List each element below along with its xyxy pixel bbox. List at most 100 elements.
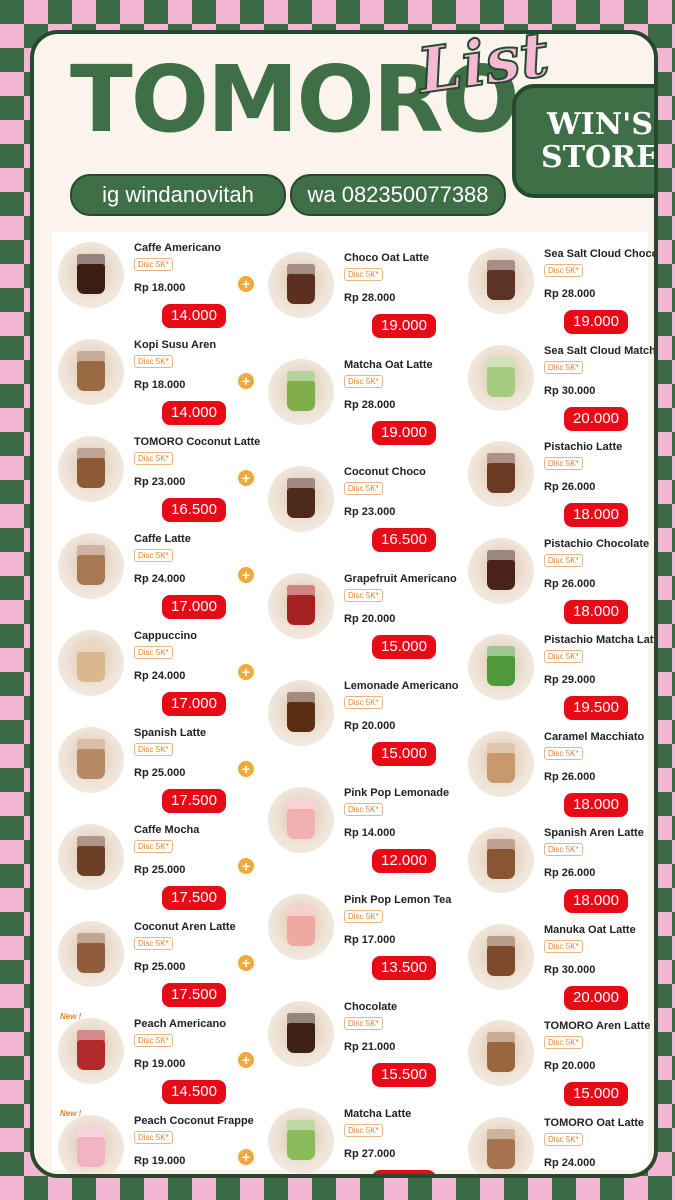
drink-cup-icon bbox=[487, 646, 515, 686]
drink-photo bbox=[58, 727, 124, 793]
drink-photo bbox=[58, 339, 124, 405]
menu-item[interactable]: Choco Oat Latte Disc 5K* Rp 28.000 19.000 bbox=[268, 246, 468, 338]
drink-name: TOMORO Aren Latte bbox=[544, 1020, 651, 1032]
whatsapp-contact[interactable]: wa 082350077388 bbox=[290, 174, 506, 216]
discount-badge: Disc 5K* bbox=[134, 355, 173, 368]
original-price: Rp 26.000 bbox=[544, 867, 596, 879]
sale-price: 14.000 bbox=[162, 401, 226, 425]
add-icon[interactable]: + bbox=[238, 1149, 254, 1165]
add-icon[interactable]: + bbox=[238, 470, 254, 486]
sale-price: 18.000 bbox=[564, 599, 628, 624]
menu-item[interactable]: Caffe Latte Disc 5K* Rp 24.000 +17.000 bbox=[58, 527, 258, 619]
sale-price: 17.500 bbox=[162, 789, 226, 813]
drink-name: TOMORO Coconut Latte bbox=[134, 436, 261, 448]
menu-item[interactable]: Spanish Latte Disc 5K* Rp 25.000 +17.500 bbox=[58, 721, 258, 813]
sale-price: 20.000 bbox=[564, 406, 628, 431]
drink-cup-icon bbox=[287, 478, 315, 518]
add-icon[interactable]: + bbox=[238, 567, 254, 583]
drink-name: Pistachio Chocolate bbox=[544, 537, 650, 550]
menu-item[interactable]: Cappuccino Disc 5K* Rp 24.000 +17.000 bbox=[58, 624, 258, 716]
original-price: Rp 28.000 bbox=[344, 292, 396, 304]
drink-cup-icon bbox=[77, 545, 105, 585]
sale-price: 14.500 bbox=[162, 1080, 226, 1104]
menu-item[interactable]: New ! Peach Americano Disc 5K* Rp 19.000 +14… bbox=[58, 1012, 258, 1104]
add-icon[interactable]: + bbox=[238, 1052, 254, 1068]
sale-price: 14.500 bbox=[162, 1177, 226, 1178]
menu-card: TOMORO List WIN'S STORE ig windanovitah … bbox=[30, 30, 658, 1178]
original-price: Rp 24.000 bbox=[134, 670, 186, 682]
menu-item[interactable]: Pistachio Chocolate Disc 5K* Rp 26.000 18.0… bbox=[468, 532, 649, 624]
drink-name: TOMORO Oat Latte bbox=[544, 1116, 645, 1129]
drink-name: Caramel Macchiato bbox=[544, 730, 645, 743]
menu-item[interactable]: Coconut Aren Latte Disc 5K* Rp 25.000 +17.5… bbox=[58, 915, 258, 1007]
instagram-contact[interactable]: ig windanovitah bbox=[70, 174, 286, 216]
drink-photo bbox=[268, 573, 334, 639]
add-icon[interactable]: + bbox=[238, 761, 254, 777]
drink-photo bbox=[268, 252, 334, 318]
menu-item[interactable]: Pistachio Matcha Latte Disc 5K* Rp 29.000 1… bbox=[468, 628, 654, 720]
menu-item[interactable]: Spanish Aren Latte Disc 5K* Rp 26.000 18.00… bbox=[468, 821, 644, 913]
menu-item[interactable]: TOMORO Aren Latte Disc 5K* Rp 20.000 15.000 bbox=[468, 1014, 650, 1106]
drink-cup-icon bbox=[77, 642, 105, 682]
drink-name: Caffe Mocha bbox=[134, 824, 200, 836]
original-price: Rp 28.000 bbox=[344, 399, 396, 411]
discount-badge: Disc 5K* bbox=[134, 646, 173, 659]
drink-cup-icon bbox=[77, 836, 105, 876]
menu-item[interactable]: Chocolate Disc 5K* Rp 21.000 15.500 bbox=[268, 995, 468, 1087]
menu-item[interactable]: Lemonade Americano Disc 5K* Rp 20.000 15.00… bbox=[268, 674, 468, 766]
discount-badge: Disc 5K* bbox=[134, 452, 173, 465]
menu-item[interactable]: Pink Pop Lemonade Disc 5K* Rp 14.000 12.000 bbox=[268, 781, 468, 873]
menu-item[interactable]: Caffe Americano Disc 5K* Rp 18.000 +14.000 bbox=[58, 236, 258, 328]
drink-photo bbox=[468, 634, 534, 700]
menu-item[interactable]: Grapefruit Americano Disc 5K* Rp 20.000 15.… bbox=[268, 567, 468, 659]
sale-price: 15.500 bbox=[372, 1063, 436, 1087]
drink-photo bbox=[468, 344, 534, 411]
menu-item[interactable]: Caramel Macchiato Disc 5K* Rp 26.000 18.000 bbox=[468, 725, 644, 817]
menu-item[interactable]: Manuka Oat Latte Disc 5K* Rp 30.000 20.000 bbox=[468, 918, 644, 1010]
sale-price: 18.000 bbox=[564, 792, 628, 817]
add-icon[interactable]: + bbox=[238, 955, 254, 971]
original-price: Rp 26.000 bbox=[544, 481, 596, 493]
discount-badge: Disc 5K* bbox=[344, 696, 383, 709]
original-price: Rp 18.000 bbox=[134, 379, 186, 391]
menu-item[interactable]: TOMORO Coconut Latte Disc 5K* Rp 23.000 +16… bbox=[58, 430, 261, 522]
menu-item[interactable]: Pink Pop Lemon Tea Disc 5K* Rp 17.000 13.50… bbox=[268, 888, 468, 980]
sale-price: 20.000 bbox=[564, 985, 628, 1010]
menu-item[interactable]: Matcha Oat Latte Disc 5K* Rp 28.000 19.000 bbox=[268, 353, 468, 445]
drink-photo bbox=[58, 436, 124, 502]
menu-item[interactable]: New ! Peach Coconut Frappe Disc 5K* Rp 19.0… bbox=[58, 1109, 258, 1178]
sale-price: 18.000 bbox=[564, 889, 628, 913]
sale-price: 13.500 bbox=[372, 956, 436, 980]
drink-photo bbox=[58, 242, 124, 308]
drink-photo bbox=[58, 1018, 124, 1084]
add-icon[interactable]: + bbox=[238, 373, 254, 389]
original-price: Rp 19.000 bbox=[134, 1155, 186, 1167]
drink-photo bbox=[58, 1115, 124, 1174]
drink-name: Pink Pop Lemon Tea bbox=[344, 894, 452, 906]
drink-cup-icon bbox=[287, 585, 315, 625]
menu-item[interactable]: Sea Salt Cloud Matcha Latte Disc 5K* Rp 30… bbox=[468, 339, 654, 431]
menu-item[interactable]: TOMORO Oat LatteDisc 5K*Rp 24.00017.000 bbox=[468, 1111, 645, 1174]
drink-photo bbox=[268, 787, 334, 853]
add-icon[interactable]: + bbox=[238, 664, 254, 680]
drink-cup-icon bbox=[487, 839, 515, 879]
drink-cup-icon bbox=[77, 351, 105, 391]
drink-photo bbox=[468, 441, 534, 507]
drink-name: Sea Salt Cloud Chocolate bbox=[544, 248, 658, 260]
discount-badge: Disc 5K* bbox=[544, 360, 583, 374]
drink-name: Coconut Choco bbox=[344, 466, 426, 478]
drink-name: Manuka Oat Latte bbox=[544, 923, 636, 936]
menu-item[interactable]: Kopi Susu Aren Disc 5K* Rp 18.000 +14.000 bbox=[58, 333, 258, 425]
add-icon[interactable]: + bbox=[238, 276, 254, 292]
menu-item[interactable]: Sea Salt Cloud ChocolateDisc 5K*Rp 28.00… bbox=[468, 242, 654, 334]
original-price: Rp 20.000 bbox=[544, 1060, 596, 1072]
menu-item[interactable]: Pistachio Latte Disc 5K* Rp 26.000 18.000 bbox=[468, 435, 644, 527]
drink-photo bbox=[268, 680, 334, 746]
discount-badge: Disc 5K* bbox=[344, 1124, 383, 1137]
menu-item[interactable]: Matcha Latte Disc 5K* Rp 27.000 18.500 bbox=[268, 1102, 468, 1174]
original-price: Rp 17.000 bbox=[344, 934, 396, 946]
sale-price: 17.500 bbox=[162, 886, 226, 910]
menu-item[interactable]: Coconut Choco Disc 5K* Rp 23.000 16.500 bbox=[268, 460, 468, 552]
menu-item[interactable]: Caffe Mocha Disc 5K* Rp 25.000 +17.500 bbox=[58, 818, 258, 910]
add-icon[interactable]: + bbox=[238, 858, 254, 874]
